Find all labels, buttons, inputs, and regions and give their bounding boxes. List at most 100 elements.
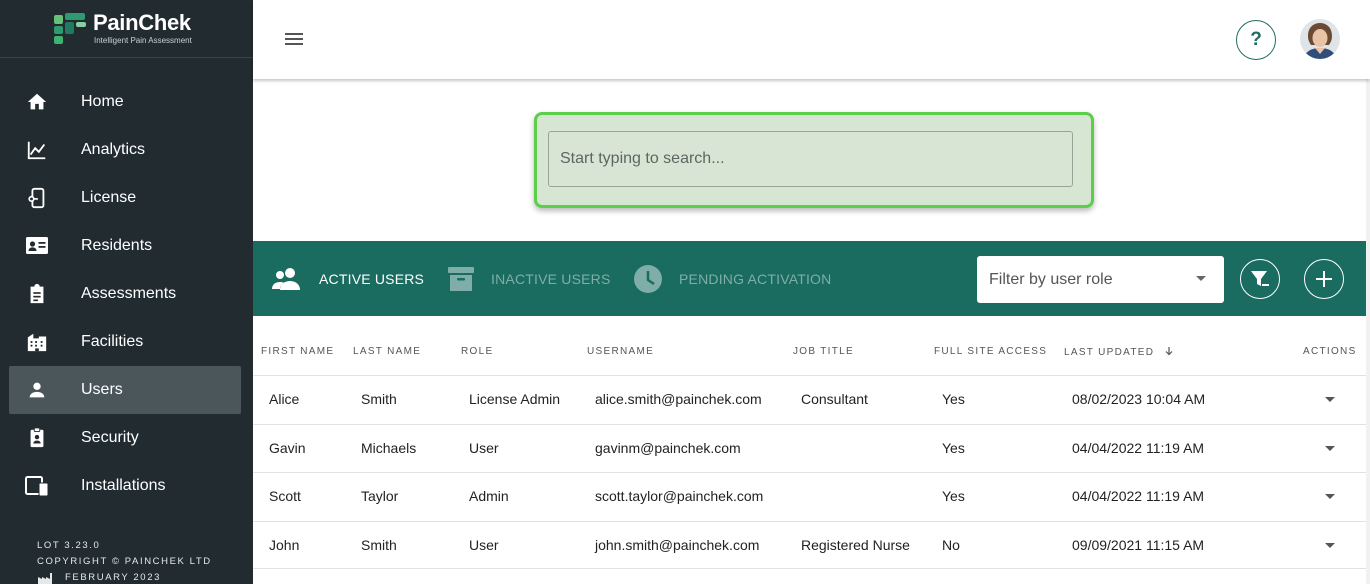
cell-full-site-access: Yes (942, 391, 965, 407)
column-header-label: LAST UPDATED (1064, 347, 1155, 358)
column-header-job-title[interactable]: JOB TITLE (793, 346, 854, 357)
brand-tagline: Intelligent Pain Assessment (94, 36, 192, 45)
table-row[interactable]: Alice Smith License Admin alice.smith@pa… (253, 375, 1370, 424)
row-actions-dropdown-icon[interactable] (1325, 397, 1335, 402)
cell-first-name: Gavin (269, 439, 306, 456)
id-card-icon (25, 234, 49, 258)
sidebar-item-analytics[interactable]: Analytics (9, 126, 241, 174)
cell-role: License Admin (469, 391, 561, 407)
hamburger-menu-icon[interactable] (283, 28, 305, 50)
cell-last-updated: 04/04/2022 11:19 AM (1072, 488, 1205, 504)
sidebar-item-home[interactable]: Home (9, 78, 241, 126)
role-filter-placeholder: Filter by user role (989, 270, 1113, 288)
search-panel (534, 112, 1094, 208)
sidebar-item-facilities[interactable]: Facilities (9, 318, 241, 366)
cell-username: gavinm@painchek.com (595, 439, 741, 456)
row-actions-dropdown-icon[interactable] (1325, 445, 1335, 451)
row-actions-dropdown-icon[interactable] (1325, 494, 1335, 499)
sidebar-item-label: Security (81, 429, 139, 446)
sidebar-item-label: Facilities (81, 333, 144, 350)
filter-clear-icon (1251, 271, 1269, 286)
cell-last-name: Smith (361, 536, 397, 553)
sidebar-item-license[interactable]: License (9, 174, 241, 222)
cell-last-updated: 04/04/2022 11:19 AM (1072, 439, 1205, 456)
person-icon (25, 378, 49, 402)
column-header-username[interactable]: USERNAME (587, 346, 654, 357)
column-header-full-site-access[interactable]: FULL SITE ACCESS (934, 346, 1047, 357)
cell-last-updated: 09/09/2021 11:15 AM (1072, 536, 1205, 553)
cell-role: User (469, 536, 499, 553)
table-row[interactable]: Scott Taylor Admin scott.taylor@painchek… (253, 472, 1370, 521)
add-user-button[interactable] (1304, 259, 1344, 299)
version-text: LOT 3.23.0 (37, 540, 101, 551)
cell-role: Admin (469, 488, 509, 504)
sidebar-item-label: Analytics (81, 141, 146, 158)
cell-job-title: Consultant (801, 391, 868, 407)
cell-full-site-access: No (942, 536, 960, 553)
sidebar-item-label: Installations (81, 477, 166, 494)
help-button[interactable]: ? (1236, 20, 1276, 60)
cell-last-name: Taylor (361, 488, 399, 504)
sidebar-item-security[interactable]: Security (9, 414, 241, 462)
sidebar-nav: Home Analytics License Residents Assessm… (9, 78, 241, 510)
clock-icon (634, 264, 662, 293)
role-filter-select[interactable]: Filter by user role (977, 256, 1224, 303)
copyright-text: COPYRIGHT © PAINCHEK LTD (37, 556, 212, 567)
sidebar-footer: LOT 3.23.0 COPYRIGHT © PAINCHEK LTD FEBR… (37, 538, 212, 584)
tab-pending-activation[interactable]: PENDING ACTIVATION (633, 241, 831, 316)
column-header-first-name[interactable]: FIRST NAME (261, 346, 334, 357)
top-bar: ? (253, 0, 1370, 79)
brand-logo[interactable]: PainChek Intelligent Pain Assessment (0, 0, 253, 58)
tab-label: PENDING ACTIVATION (679, 270, 832, 287)
cell-username: john.smith@painchek.com (595, 536, 760, 553)
tab-label: INACTIVE USERS (491, 270, 611, 287)
sidebar-item-label: Home (81, 93, 124, 110)
sidebar: PainChek Intelligent Pain Assessment Hom… (0, 0, 253, 584)
tab-inactive-users[interactable]: INACTIVE USERS (447, 241, 611, 316)
cell-full-site-access: Yes (942, 488, 965, 504)
tab-active-users[interactable]: ACTIVE USERS (271, 241, 424, 316)
sidebar-item-assessments[interactable]: Assessments (9, 270, 241, 318)
table-row[interactable]: Gavin Michaels User gavinm@painchek.com … (253, 423, 1370, 473)
column-header-last-name[interactable]: LAST NAME (353, 346, 421, 357)
clear-filter-button[interactable] (1240, 259, 1280, 299)
plus-icon (1316, 271, 1332, 287)
license-icon (25, 186, 49, 210)
users-tab-bar: ACTIVE USERS INACTIVE USERS PENDING ACTI… (253, 241, 1370, 316)
sidebar-item-label: License (81, 189, 137, 206)
chart-line-icon (25, 138, 49, 162)
cell-username: scott.taylor@painchek.com (595, 488, 764, 504)
devices-icon (25, 474, 49, 498)
painchek-logo-icon (54, 12, 88, 45)
cell-last-name: Smith (361, 391, 397, 407)
cell-first-name: Alice (269, 391, 300, 407)
cell-last-name: Michaels (361, 439, 417, 456)
row-actions-dropdown-icon[interactable] (1325, 542, 1335, 548)
dropdown-caret-icon (1196, 276, 1206, 281)
cell-full-site-access: Yes (942, 439, 965, 456)
cell-first-name: John (269, 536, 300, 553)
cell-last-updated: 08/02/2023 10:04 AM (1072, 391, 1206, 407)
badge-icon (25, 426, 49, 450)
sidebar-item-installations[interactable]: Installations (9, 462, 241, 510)
sort-descending-icon (1165, 347, 1173, 356)
sidebar-item-residents[interactable]: Residents (9, 222, 241, 270)
column-header-role[interactable]: ROLE (461, 346, 493, 357)
building-icon (25, 330, 49, 354)
group-icon (272, 267, 300, 290)
column-header-last-updated[interactable]: LAST UPDATED (1064, 346, 1174, 358)
factory-icon (38, 573, 52, 584)
archive-icon (448, 266, 474, 291)
table-row[interactable]: John Smith User john.smith@painchek.com … (253, 520, 1370, 569)
sidebar-item-label: Residents (81, 237, 153, 254)
home-icon (25, 90, 49, 114)
cell-job-title: Registered Nurse (801, 536, 910, 553)
user-avatar[interactable] (1300, 19, 1340, 59)
table-header: FIRST NAME LAST NAME ROLE USERNAME JOB T… (253, 327, 1370, 375)
cell-username: alice.smith@painchek.com (595, 391, 762, 407)
sidebar-item-label: Assessments (81, 285, 177, 302)
search-input[interactable] (548, 131, 1073, 187)
cell-role: User (469, 439, 499, 456)
page-scrollbar[interactable] (1366, 0, 1370, 584)
sidebar-item-users[interactable]: Users (9, 366, 241, 414)
